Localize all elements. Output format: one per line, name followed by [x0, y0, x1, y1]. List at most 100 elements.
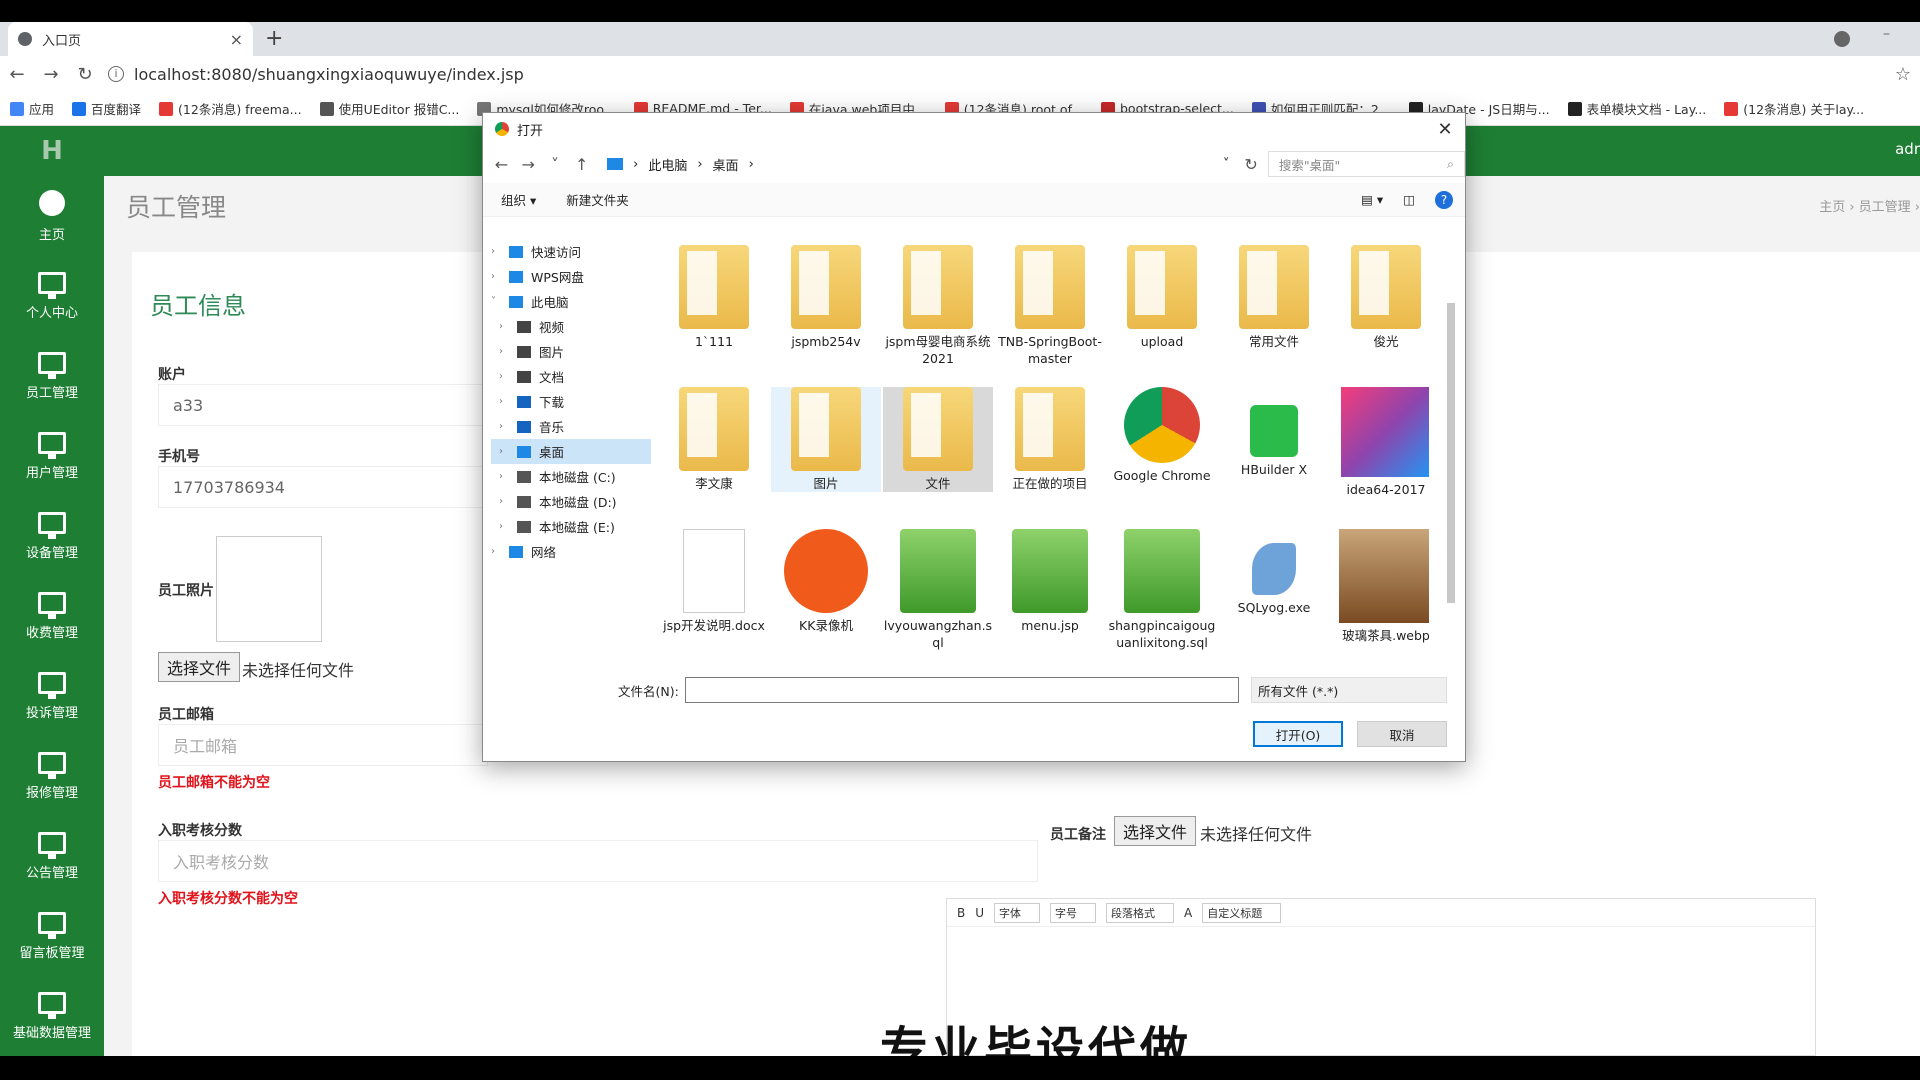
sidebar-item[interactable]: 报修管理 [0, 736, 104, 816]
forward-icon[interactable]: → [34, 64, 68, 85]
bookmark-item[interactable]: 使用UEditor 报错C... [319, 99, 459, 118]
address-bar[interactable]: i localhost:8080/shuangxingxiaoquwuye/in… [102, 60, 1886, 88]
bookmark-item[interactable]: 百度翻译 [72, 99, 141, 118]
chevron-icon[interactable]: › [499, 521, 509, 532]
tree-item[interactable]: › 桌面 [491, 439, 651, 464]
bookmark-item[interactable]: 应用 [10, 99, 54, 118]
info-icon[interactable]: i [108, 66, 124, 82]
chevron-icon[interactable]: › [499, 396, 509, 407]
chevron-down-icon[interactable]: ˅ [1223, 157, 1234, 172]
file-item[interactable]: SQLyog.exe [1219, 529, 1329, 616]
file-item[interactable]: KK录像机 [771, 529, 881, 634]
forward-icon[interactable]: → [520, 155, 537, 174]
path-bar[interactable]: › 此电脑 › 桌面 › ˅ [600, 151, 1235, 177]
new-tab-button[interactable]: + [265, 26, 283, 51]
file-item[interactable]: 1`111 [659, 245, 769, 350]
file-item[interactable]: 文件 [883, 387, 993, 492]
file-item[interactable]: jspmb254v [771, 245, 881, 350]
refresh-icon[interactable]: ↻ [1244, 155, 1257, 174]
chevron-icon[interactable]: › [491, 246, 501, 257]
tree-item[interactable]: ˅ 此电脑 [491, 289, 651, 314]
tree-item[interactable]: › 图片 [491, 339, 651, 364]
sidebar-item[interactable]: 公告管理 [0, 816, 104, 896]
tree-item[interactable]: › 下载 [491, 389, 651, 414]
close-icon[interactable]: × [230, 30, 243, 49]
editor-tool[interactable]: B [957, 906, 965, 920]
help-icon[interactable]: ? [1435, 190, 1453, 209]
admin-user[interactable]: adr [1895, 140, 1920, 158]
bookmark-item[interactable]: 表单模块文档 - Lay... [1567, 99, 1706, 118]
file-item[interactable]: TNB-SpringBoot-master [995, 245, 1105, 367]
tree-item[interactable]: › WPS网盘 [491, 264, 651, 289]
file-item[interactable]: jsp开发说明.docx [659, 529, 769, 634]
view-icon[interactable]: ▤ ▾ [1361, 192, 1383, 207]
file-item[interactable]: idea64-2017 [1331, 387, 1429, 498]
tree-item[interactable]: › 视频 [491, 314, 651, 339]
chevron-icon[interactable]: › [499, 371, 509, 382]
phone-input[interactable]: 17703786934 [158, 466, 488, 508]
editor-tool[interactable]: U [975, 906, 984, 920]
file-item[interactable]: upload [1107, 245, 1217, 350]
file-item[interactable]: 正在做的项目 [995, 387, 1105, 492]
organize-button[interactable]: 组织 ▾ [501, 190, 536, 209]
back-icon[interactable]: ← [493, 155, 510, 174]
file-item[interactable]: jspm母婴电商系统2021 [883, 245, 993, 367]
filetype-select[interactable]: 所有文件 (*.*) [1251, 677, 1447, 703]
tree-item[interactable]: › 网络 [491, 539, 651, 564]
email-input[interactable]: 员工邮箱 [158, 724, 488, 766]
sidebar-item[interactable]: 收费管理 [0, 576, 104, 656]
chevron-icon[interactable]: › [499, 446, 509, 457]
sidebar-item[interactable]: 留言板管理 [0, 896, 104, 976]
file-item[interactable]: 图片 [771, 387, 881, 492]
sidebar-item[interactable]: 基础数据管理 [0, 976, 104, 1056]
tree-item[interactable]: › 快速访问 [491, 239, 651, 264]
chevron-icon[interactable]: › [499, 321, 509, 332]
editor-tool[interactable]: 字号 [1050, 902, 1097, 923]
file-item[interactable]: 俊光 [1331, 245, 1429, 350]
file-item[interactable]: HBuilder X [1219, 387, 1329, 478]
score-input[interactable]: 入职考核分数 [158, 840, 1038, 882]
chevron-icon[interactable]: › [499, 421, 509, 432]
tree-item[interactable]: › 本地磁盘 (C:) [491, 464, 651, 489]
path-segment-desktop[interactable]: 桌面 [713, 155, 739, 174]
bookmark-item[interactable]: (12条消息) 关于lay... [1724, 99, 1864, 118]
profile-icon[interactable] [1834, 31, 1850, 47]
chevron-icon[interactable]: › [499, 496, 509, 507]
chevron-icon[interactable]: ˅ [491, 296, 501, 307]
dialog-search-input[interactable]: 搜索"桌面" ⌕ [1267, 151, 1466, 177]
chevron-icon[interactable]: › [491, 271, 501, 282]
chevron-down-icon[interactable]: ˅ [547, 155, 564, 174]
sidebar-item[interactable]: 投诉管理 [0, 656, 104, 736]
file-item[interactable]: 玻璃茶具.webp [1331, 529, 1429, 644]
tree-item[interactable]: › 本地磁盘 (D:) [491, 489, 651, 514]
new-folder-button[interactable]: 新建文件夹 [566, 190, 629, 209]
sidebar-item[interactable]: 用户管理 [0, 416, 104, 496]
tree-item[interactable]: › 音乐 [491, 414, 651, 439]
up-icon[interactable]: ↑ [573, 155, 590, 174]
bookmark-item[interactable]: (12条消息) freema... [159, 99, 302, 118]
tree-item[interactable]: › 文档 [491, 364, 651, 389]
file-scrollbar[interactable] [1447, 303, 1457, 613]
file-item[interactable]: shangpincaigouguanlixitong.sql [1107, 529, 1217, 651]
editor-tool[interactable]: 自定义标题 [1202, 902, 1282, 923]
preview-pane-icon[interactable]: ◫ [1403, 192, 1415, 207]
account-input[interactable]: a33 [158, 384, 488, 426]
sidebar-item[interactable]: 设备管理 [0, 496, 104, 576]
sidebar-item[interactable]: 员工管理 [0, 336, 104, 416]
reload-icon[interactable]: ↻ [68, 64, 102, 85]
photo-file-button[interactable]: 选择文件 [158, 652, 241, 682]
file-item[interactable]: 李文康 [659, 387, 769, 492]
minimize-icon[interactable]: – [1883, 26, 1890, 42]
file-item[interactable]: 常用文件 [1219, 245, 1329, 350]
tree-item[interactable]: › 本地磁盘 (E:) [491, 514, 651, 539]
chevron-icon[interactable]: › [491, 546, 501, 557]
file-item[interactable]: lvyouwangzhan.sql [883, 529, 993, 651]
sidebar-item[interactable]: 个人中心 [0, 256, 104, 336]
file-item[interactable]: menu.jsp [995, 529, 1105, 634]
path-segment-pc[interactable]: 此电脑 [648, 155, 687, 174]
sidebar-item[interactable]: 主页 [0, 176, 104, 256]
breadcrumb[interactable]: 主页 › 员工管理 › [1819, 196, 1920, 215]
cancel-button[interactable]: 取消 [1357, 721, 1447, 747]
editor-tool[interactable]: 字体 [994, 902, 1041, 923]
bookmark-star-icon[interactable]: ☆ [1886, 64, 1920, 85]
